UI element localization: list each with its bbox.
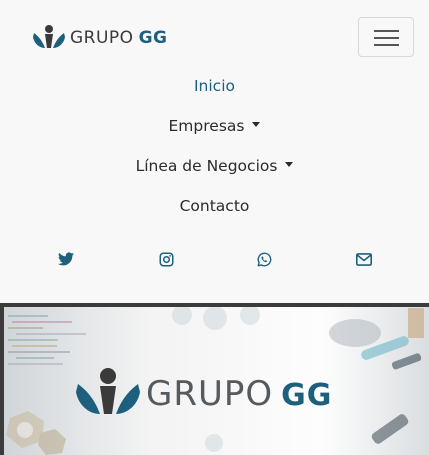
nav-item-label: Inicio [193, 77, 235, 95]
hero-logo: GRUPO GG [74, 366, 332, 422]
twitter-icon[interactable] [57, 250, 75, 268]
social-links [0, 250, 429, 270]
logo-mark-icon [76, 368, 140, 414]
nav-item-label: Línea de Negocios [135, 157, 278, 175]
logo-mark-icon [33, 25, 65, 48]
hamburger-icon-bar [374, 44, 399, 46]
caret-down-icon [252, 122, 261, 127]
brand-name: GRUPO GG [70, 28, 168, 48]
nav-item-contacto[interactable]: Contacto [0, 188, 429, 228]
nav-item-linea-de-negocios[interactable]: Línea de Negocios [0, 148, 429, 188]
caret-down-icon [285, 162, 294, 167]
hamburger-icon [374, 30, 399, 32]
nav-item-empresas[interactable]: Empresas [0, 108, 429, 148]
brand-logo[interactable]: GRUPO GG [32, 24, 167, 52]
hamburger-icon-bar [374, 37, 399, 39]
hero-banner: GRUPO GG [0, 303, 429, 455]
hero-brand-name: GRUPO GG [146, 374, 333, 414]
nav-item-label: Empresas [168, 117, 245, 135]
menu-toggle-button[interactable] [358, 17, 414, 57]
envelope-icon[interactable] [355, 250, 373, 268]
nav-item-inicio[interactable]: Inicio [0, 68, 429, 108]
whatsapp-icon[interactable] [255, 250, 273, 268]
navbar: GRUPO GG [0, 0, 429, 62]
nav-item-label: Contacto [179, 197, 250, 215]
main-nav: Inicio Empresas Línea de Negocios Contac… [0, 68, 429, 228]
instagram-icon[interactable] [157, 250, 175, 268]
